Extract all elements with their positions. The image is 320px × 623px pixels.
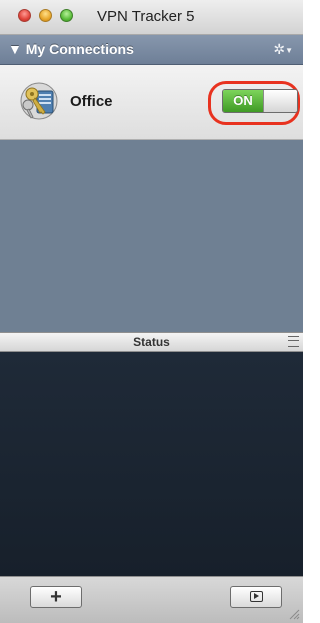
connect-button[interactable] [230,586,282,608]
toggle-on-label: ON [223,90,263,112]
minimize-window-button[interactable] [39,9,52,22]
status-header-label: Status [133,335,170,349]
connections-group-header[interactable]: ▼ My Connections ✲▼ [0,35,303,65]
connection-name: Office [70,93,113,110]
gear-icon[interactable]: ✲▼ [273,41,293,58]
title-bar: VPN Tracker 5 [0,0,303,35]
add-connection-button[interactable]: + [30,586,82,608]
status-panel-header[interactable]: Status [0,332,303,352]
window-title: VPN Tracker 5 [97,8,195,25]
connection-toggle-switch[interactable]: ON [222,89,298,113]
zoom-window-button[interactable] [60,9,73,22]
status-menu-icon[interactable] [288,336,299,347]
connections-list-empty-area [0,140,303,332]
bottom-toolbar: + [0,576,303,623]
resize-grip-icon[interactable] [288,608,300,620]
plus-icon: + [50,586,62,608]
vpn-keys-icon [20,82,58,120]
connections-group-label: ▼ My Connections [8,41,134,57]
toggle-knob[interactable] [263,90,297,112]
status-panel [0,352,303,576]
play-icon [250,591,263,602]
vpn-tracker-window: VPN Tracker 5 ▼ My Connections ✲▼ Office… [0,0,303,623]
close-window-button[interactable] [18,9,31,22]
